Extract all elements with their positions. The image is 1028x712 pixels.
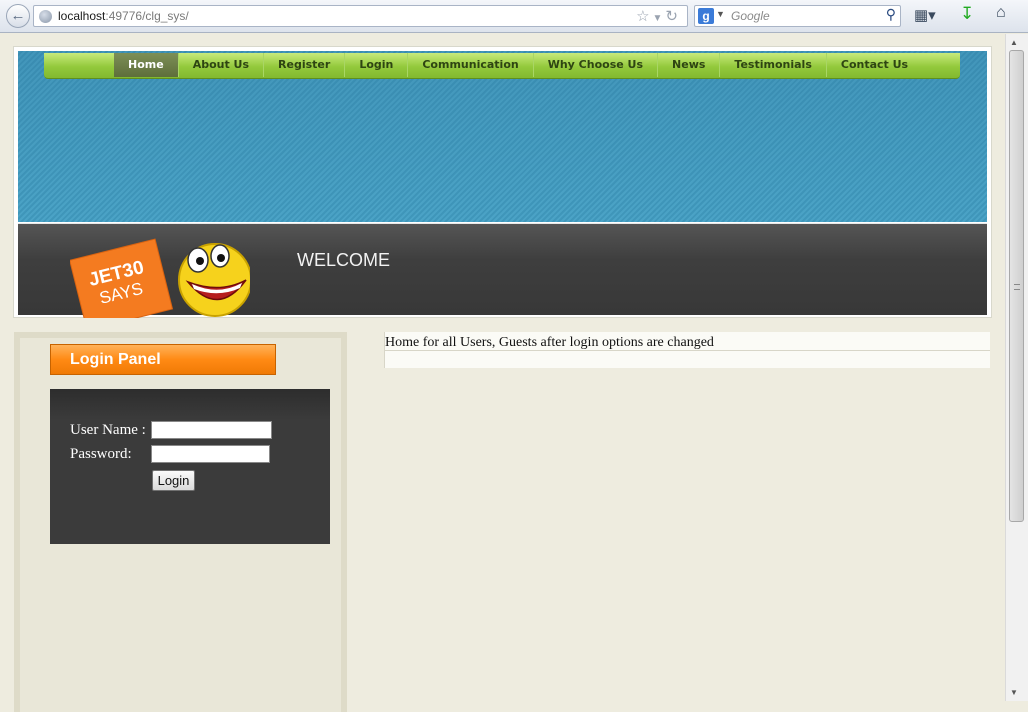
content-divider	[385, 350, 990, 351]
nav-home[interactable]: Home	[114, 53, 179, 77]
url-actions: ☆▼↻	[636, 7, 681, 25]
scroll-down-icon[interactable]: ▼	[1010, 688, 1018, 697]
password-label: Password:	[70, 446, 132, 462]
smiley-icon	[178, 243, 250, 317]
login-form: User Name : Password: Login	[50, 389, 330, 544]
login-panel-title: Login Panel	[50, 344, 276, 375]
google-icon[interactable]: g	[698, 8, 714, 24]
bookmarks-icon[interactable]: ▦▾	[914, 6, 936, 24]
nav-contact-us[interactable]: Contact Us	[827, 53, 922, 77]
welcome-strip: JET30 SAYS WELCOME	[18, 223, 987, 318]
globe-icon	[39, 10, 52, 23]
browser-toolbar: ← localhost:49776/clg_sys/ ☆▼↻ g ▼ Googl…	[0, 0, 1028, 33]
scrollbar-thumb[interactable]	[1009, 50, 1024, 522]
scroll-up-icon[interactable]: ▲	[1010, 38, 1018, 47]
site-header: Home About Us Register Login Communicati…	[13, 46, 992, 318]
url-text: localhost:49776/clg_sys/	[58, 9, 189, 23]
address-bar[interactable]: localhost:49776/clg_sys/ ☆▼↻	[33, 5, 688, 27]
username-input[interactable]	[151, 421, 272, 439]
reload-icon[interactable]: ↻	[665, 8, 681, 25]
page-viewport: Home About Us Register Login Communicati…	[0, 34, 1005, 712]
nav-testimonials[interactable]: Testimonials	[720, 53, 827, 77]
home-icon[interactable]: ⌂	[996, 4, 1006, 22]
main-content: Home for all Users, Guests after login o…	[384, 332, 990, 368]
download-icon[interactable]: ↧	[960, 4, 974, 24]
dropdown-icon[interactable]: ▼	[653, 13, 666, 24]
nav-communication[interactable]: Communication	[408, 53, 534, 77]
home-message: Home for all Users, Guests after login o…	[385, 335, 714, 350]
main-nav: Home About Us Register Login Communicati…	[44, 53, 960, 79]
back-button[interactable]: ←	[6, 4, 30, 28]
back-arrow-icon: ←	[10, 7, 26, 24]
username-label: User Name :	[70, 422, 146, 438]
nav-news[interactable]: News	[658, 53, 721, 77]
login-button[interactable]: Login	[152, 470, 195, 491]
engine-dropdown-icon[interactable]: ▼	[716, 9, 725, 19]
sidebar: Login Panel User Name : Password: Login	[14, 332, 347, 712]
welcome-heading: WELCOME	[297, 250, 391, 270]
search-icon[interactable]: ⚲	[886, 6, 896, 23]
password-input[interactable]	[151, 445, 270, 463]
nav-login[interactable]: Login	[345, 53, 409, 77]
vertical-scrollbar[interactable]: ▲ ▼	[1005, 34, 1028, 701]
grip-icon	[1014, 284, 1020, 290]
search-placeholder: Google	[731, 9, 770, 23]
url-host: localhost	[58, 9, 106, 23]
jet30-logo: JET30 SAYS	[70, 238, 250, 318]
nav-why-choose-us[interactable]: Why Choose Us	[534, 53, 659, 77]
search-bar[interactable]: g ▼ Google ⚲	[694, 5, 901, 27]
nav-register[interactable]: Register	[264, 53, 346, 77]
nav-about-us[interactable]: About Us	[179, 53, 265, 77]
url-path: :49776/clg_sys/	[105, 9, 189, 23]
bookmark-star-icon[interactable]: ☆	[636, 8, 652, 25]
